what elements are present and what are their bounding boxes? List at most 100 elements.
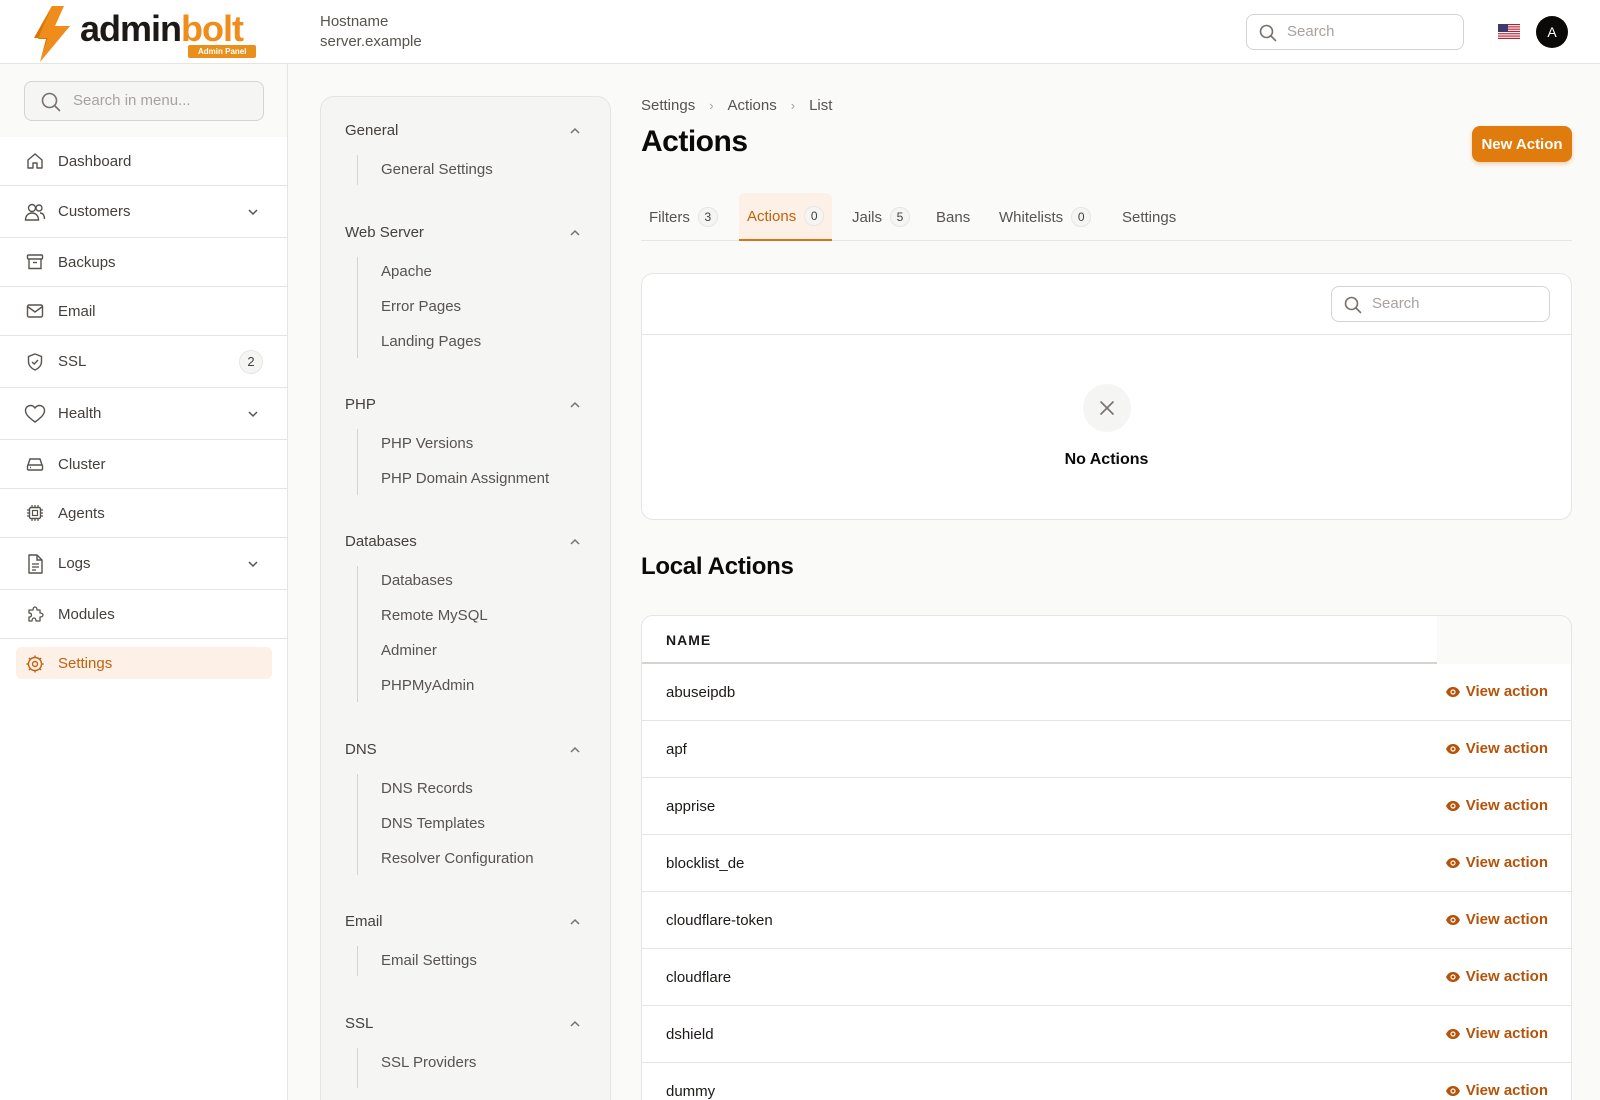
sidebar-item-health[interactable]: Health <box>0 388 287 440</box>
sidebar-item-customers[interactable]: Customers <box>0 186 287 238</box>
settings-subnav: General General Settings Web Server Apac… <box>320 96 611 1100</box>
actions-table-toolbar <box>642 274 1571 335</box>
global-search-input[interactable] <box>1287 23 1452 40</box>
breadcrumb-item[interactable]: Settings <box>641 97 695 114</box>
subnav-divider <box>357 566 358 702</box>
users-icon <box>24 201 46 223</box>
tab-count-badge: 0 <box>1071 207 1092 227</box>
subnav-divider <box>357 155 358 185</box>
view-action-link[interactable]: View action <box>1445 797 1548 814</box>
view-action-link[interactable]: View action <box>1445 968 1548 985</box>
breadcrumb-item[interactable]: Actions <box>728 97 777 114</box>
view-action-link[interactable]: View action <box>1445 683 1548 700</box>
subnav-link-apache[interactable]: Apache <box>381 263 432 280</box>
sidebar-item-label: Backups <box>58 253 116 271</box>
view-action-link[interactable]: View action <box>1445 1025 1548 1042</box>
sidebar-item-modules[interactable]: Modules <box>0 590 287 639</box>
subnav-link-databases[interactable]: Databases <box>381 572 453 589</box>
view-action-label: View action <box>1465 1082 1548 1099</box>
chevron-down-icon[interactable] <box>247 558 259 570</box>
subnav-link-email-settings[interactable]: Email Settings <box>381 952 477 969</box>
subnav-link-dns-templates[interactable]: DNS Templates <box>381 815 485 832</box>
tab-actions[interactable]: Actions 0 <box>739 193 833 241</box>
subnav-link-general-settings[interactable]: General Settings <box>381 161 493 178</box>
ssl-count-badge: 2 <box>239 349 263 374</box>
sidebar-item-cluster[interactable]: Cluster <box>0 440 287 489</box>
chevron-up-icon[interactable] <box>569 536 581 548</box>
subnav-link-resolver-configuration[interactable]: Resolver Configuration <box>381 850 534 867</box>
subnav-link-php-versions[interactable]: PHP Versions <box>381 435 473 452</box>
chevron-up-icon[interactable] <box>569 916 581 928</box>
subnav-group-php[interactable]: PHP <box>345 396 376 413</box>
tab-bans[interactable]: Bans <box>928 193 978 241</box>
global-search[interactable] <box>1246 14 1464 50</box>
view-action-link[interactable]: View action <box>1445 911 1548 928</box>
view-action-label: View action <box>1465 740 1548 757</box>
hostname-label: Hostname <box>320 13 389 30</box>
chevron-up-icon[interactable] <box>569 399 581 411</box>
sidebar-item-agents[interactable]: Agents <box>0 489 287 538</box>
brand-logo[interactable]: adminbolt Admin Panel <box>30 6 260 62</box>
subnav-link-landing-pages[interactable]: Landing Pages <box>381 333 481 350</box>
sidebar-item-backups[interactable]: Backups <box>0 238 287 287</box>
brand-name: adminbolt <box>80 8 244 49</box>
chevron-up-icon[interactable] <box>569 125 581 137</box>
actions-search[interactable] <box>1331 286 1550 322</box>
user-avatar[interactable]: A <box>1536 16 1568 48</box>
chevron-down-icon[interactable] <box>247 408 259 420</box>
view-action-link[interactable]: View action <box>1445 854 1548 871</box>
search-icon <box>41 92 61 112</box>
tab-label: Bans <box>936 208 971 226</box>
column-header-label: NAME <box>666 632 712 648</box>
actions-search-input[interactable] <box>1372 295 1542 312</box>
subnav-group-ssl[interactable]: SSL <box>345 1015 373 1032</box>
tab-filters[interactable]: Filters 3 <box>641 193 726 241</box>
subnav-link-remote-mysql[interactable]: Remote MySQL <box>381 607 488 624</box>
subnav-divider <box>357 946 358 976</box>
action-name-cell: cloudflare-token <box>666 912 773 929</box>
tab-count-badge: 5 <box>890 207 911 227</box>
chevron-up-icon[interactable] <box>569 1018 581 1030</box>
subnav-divider <box>357 774 358 875</box>
view-action-label: View action <box>1465 968 1548 985</box>
eye-icon <box>1445 743 1460 754</box>
sidebar-item-label: Agents <box>58 504 105 522</box>
sidebar-item-logs[interactable]: Logs <box>0 538 287 590</box>
breadcrumb-item: List <box>809 97 833 114</box>
subnav-link-ssl-providers[interactable]: SSL Providers <box>381 1054 476 1071</box>
subnav-link-dns-records[interactable]: DNS Records <box>381 780 473 797</box>
subnav-link-php-domain-assignment[interactable]: PHP Domain Assignment <box>381 470 549 487</box>
subnav-link-adminer[interactable]: Adminer <box>381 642 437 659</box>
chevron-down-icon[interactable] <box>247 206 259 218</box>
sidebar-item-settings[interactable]: Settings <box>0 639 287 688</box>
new-action-button[interactable]: New Action <box>1472 126 1572 162</box>
chevron-up-icon[interactable] <box>569 227 581 239</box>
subnav-group-web-server[interactable]: Web Server <box>345 224 424 241</box>
subnav-link-phpmyadmin[interactable]: PHPMyAdmin <box>381 677 474 694</box>
subnav-group-general[interactable]: General <box>345 122 398 139</box>
sidebar-search[interactable] <box>24 81 264 121</box>
chevron-up-icon[interactable] <box>569 744 581 756</box>
view-action-link[interactable]: View action <box>1445 740 1548 757</box>
tab-jails[interactable]: Jails 5 <box>844 193 918 241</box>
sidebar-item-label: Customers <box>58 203 131 220</box>
sidebar-item-ssl[interactable]: SSL 2 <box>0 336 287 388</box>
view-action-label: View action <box>1465 911 1548 928</box>
tab-whitelists[interactable]: Whitelists 0 <box>991 193 1099 241</box>
subnav-link-error-pages[interactable]: Error Pages <box>381 298 461 315</box>
cog-icon <box>24 653 46 675</box>
hostname-value: server.example <box>320 33 422 50</box>
view-action-label: View action <box>1465 797 1548 814</box>
sidebar-item-email[interactable]: Email <box>0 287 287 336</box>
us-flag-icon[interactable] <box>1498 24 1520 39</box>
sidebar-item-dashboard[interactable]: Dashboard <box>0 137 287 186</box>
view-action-link[interactable]: View action <box>1445 1082 1548 1099</box>
subnav-group-dns[interactable]: DNS <box>345 741 377 758</box>
sidebar-item-label: Cluster <box>58 455 106 473</box>
sidebar-search-input[interactable] <box>73 92 253 109</box>
tab-settings[interactable]: Settings <box>1114 193 1184 241</box>
sidebar-item-label: Modules <box>58 605 115 623</box>
sidebar-item-label: Health <box>58 405 102 422</box>
subnav-group-databases[interactable]: Databases <box>345 533 417 550</box>
subnav-group-email[interactable]: Email <box>345 913 383 930</box>
